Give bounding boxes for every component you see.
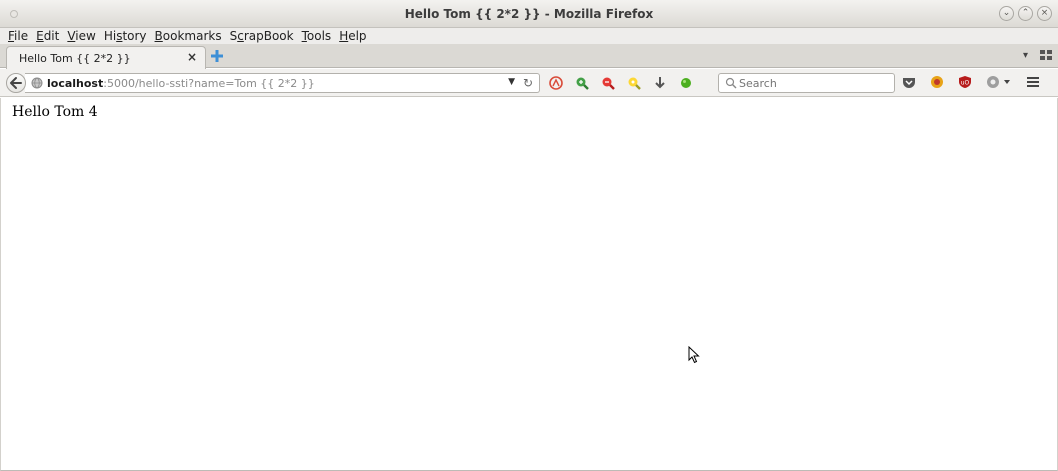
back-button[interactable]	[6, 73, 26, 93]
extension-dropdown-icon[interactable]	[986, 75, 1012, 89]
tab-active[interactable]: Hello Tom {{ 2*2 }} ×	[6, 46, 206, 69]
page-body-text: Hello Tom 4	[12, 104, 98, 120]
menu-bar: File Edit View History Bookmarks ScrapBo…	[0, 28, 1058, 44]
new-tab-icon[interactable]	[210, 49, 224, 63]
search-input[interactable]	[739, 76, 889, 90]
menu-view[interactable]: View	[63, 28, 99, 44]
tab-bar: Hello Tom {{ 2*2 }} × ▾	[0, 44, 1058, 69]
window-controls: ⌄ ⌃ ×	[999, 6, 1052, 21]
menu-help[interactable]: Help	[335, 28, 370, 44]
toolbar-icons	[548, 75, 694, 91]
url-bar[interactable]: localhost:5000/hello-ssti?name=Tom {{ 2*…	[25, 73, 540, 93]
pocket-icon[interactable]	[902, 75, 916, 89]
window-titlebar: Hello Tom {{ 2*2 }} - Mozilla Firefox ⌄ …	[0, 0, 1058, 28]
status-dot-icon[interactable]	[678, 75, 694, 91]
zoom-in-icon[interactable]	[574, 75, 590, 91]
back-arrow-icon	[10, 77, 22, 89]
globe-icon[interactable]	[31, 77, 43, 89]
search-bar[interactable]	[718, 73, 895, 93]
navigation-bar: localhost:5000/hello-ssti?name=Tom {{ 2*…	[0, 69, 1058, 97]
hackbar-icon[interactable]	[930, 75, 944, 89]
maximize-button[interactable]: ⌃	[1018, 6, 1033, 21]
close-window-button[interactable]: ×	[1037, 6, 1052, 21]
url-path: :5000/hello-ssti?name=Tom {{ 2*2 }}	[103, 77, 315, 90]
zoom-reset-icon[interactable]	[626, 75, 642, 91]
download-icon[interactable]	[652, 75, 668, 91]
tab-list-icon[interactable]: ▾	[1023, 50, 1028, 61]
reload-icon[interactable]: ↻	[523, 76, 533, 90]
page-content: Hello Tom 4	[0, 98, 1058, 471]
tab-close-icon[interactable]: ×	[187, 50, 197, 64]
minimize-button[interactable]: ⌄	[999, 6, 1014, 21]
search-icon	[725, 77, 737, 89]
url-host: localhost	[47, 77, 104, 90]
menu-scrapbook[interactable]: ScrapBook	[226, 28, 298, 44]
menu-edit[interactable]: Edit	[32, 28, 63, 44]
url-text[interactable]: localhost:5000/hello-ssti?name=Tom {{ 2*…	[47, 77, 315, 90]
no-script-icon[interactable]	[548, 75, 564, 91]
zoom-out-icon[interactable]	[600, 75, 616, 91]
window-title: Hello Tom {{ 2*2 }} - Mozilla Firefox	[404, 7, 654, 21]
menu-history[interactable]: History	[100, 28, 151, 44]
hamburger-menu-icon[interactable]	[1026, 75, 1040, 89]
menu-file[interactable]: File	[4, 28, 32, 44]
grid-icon[interactable]	[1040, 49, 1052, 61]
tab-label: Hello Tom {{ 2*2 }}	[19, 52, 131, 65]
navbar-right-icons: uO	[902, 75, 1040, 89]
url-history-dropdown-icon[interactable]: ▼	[508, 77, 515, 87]
menu-bookmarks[interactable]: Bookmarks	[151, 28, 226, 44]
menu-tools[interactable]: Tools	[298, 28, 336, 44]
ublock-icon[interactable]: uO	[958, 75, 972, 89]
tabbar-right: ▾	[1023, 49, 1052, 61]
mouse-cursor-icon	[688, 346, 700, 364]
svg-text:uO: uO	[961, 80, 970, 87]
